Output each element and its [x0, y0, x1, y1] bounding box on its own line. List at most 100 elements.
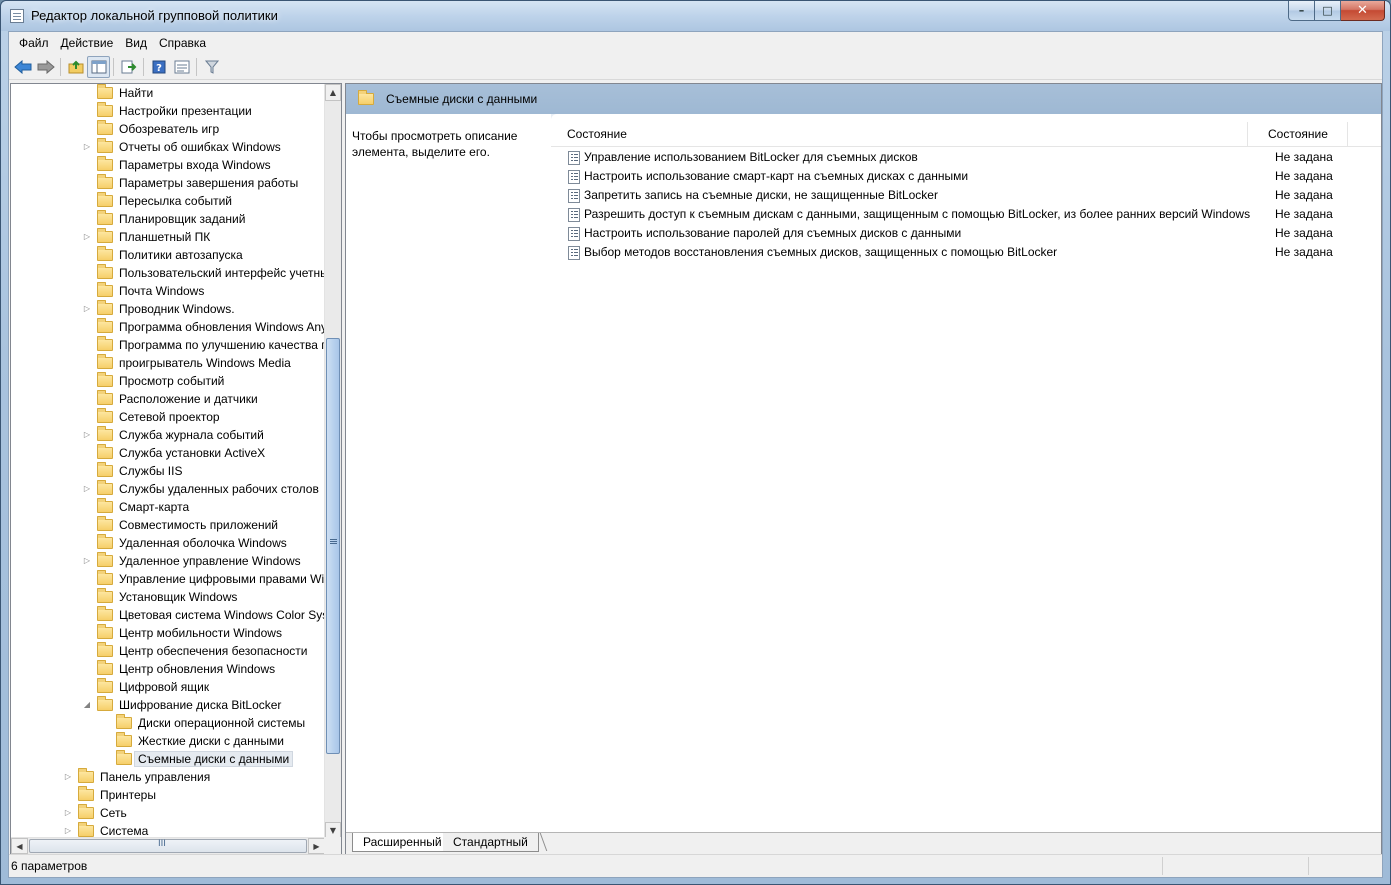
folder-icon [97, 372, 113, 387]
tree-item[interactable]: Параметры входа Windows [82, 156, 271, 174]
tree-item[interactable]: Сетевой проектор [82, 408, 220, 426]
console-tree: Найти Настройки презентации Обозреватель и… [11, 84, 325, 839]
tree-hscroll-thumb[interactable]: III [29, 839, 307, 853]
policy-setting-row[interactable]: Управление использованием BitLocker для … [551, 148, 1381, 167]
expand-arrow-icon[interactable]: ▷ [82, 142, 92, 152]
expand-arrow-icon[interactable]: ▷ [63, 808, 73, 818]
tree-item[interactable]: Почта Windows [82, 282, 204, 300]
tree-scroll-thumb[interactable] [326, 338, 340, 754]
folder-icon [97, 84, 113, 99]
help-icon[interactable]: ? [147, 56, 170, 78]
tree-item[interactable]: Совместимость приложений [82, 516, 278, 534]
tree-item[interactable]: Просмотр событий [82, 372, 224, 390]
tree-horizontal-scrollbar[interactable]: ◀ III ▶ [11, 837, 325, 854]
tree-item[interactable]: Цифровой ящик [82, 678, 209, 696]
tree-vertical-scrollbar[interactable]: ▲ ▼ [324, 84, 341, 839]
expand-arrow-icon[interactable]: ▷ [82, 430, 92, 440]
tree-item[interactable]: Служба установки ActiveX [82, 444, 265, 462]
tree-item[interactable]: Цветовая система Windows Color Syste [82, 606, 325, 624]
menu-file[interactable]: Файл [13, 33, 55, 53]
expand-arrow-icon[interactable]: ▷ [63, 826, 73, 836]
tree-item-label: Планировщик заданий [119, 212, 246, 226]
expand-arrow-icon[interactable]: ▷ [82, 556, 92, 566]
tree-item[interactable]: Жесткие диски с данными [101, 732, 284, 750]
filter-icon[interactable] [200, 56, 223, 78]
tree-item[interactable]: Службы IIS [82, 462, 182, 480]
scroll-right-icon[interactable]: ▶ [308, 838, 325, 854]
tree-item[interactable]: Центр обеспечения безопасности [82, 642, 308, 660]
minimize-button[interactable]: – [1288, 1, 1315, 21]
scroll-up-icon[interactable]: ▲ [325, 84, 341, 101]
tree-item[interactable]: Установщик Windows [82, 588, 237, 606]
folder-icon [78, 768, 94, 783]
tree-item[interactable]: Принтеры [63, 786, 156, 804]
close-button[interactable]: ✕ [1341, 1, 1385, 21]
back-arrow-icon[interactable] [11, 56, 34, 78]
title-bar[interactable]: Редактор локальной групповой политики – … [1, 1, 1390, 31]
menu-view[interactable]: Вид [119, 33, 153, 53]
tree-item[interactable]: ▷ Проводник Windows. [82, 300, 235, 318]
expand-arrow-icon[interactable]: ▷ [82, 232, 92, 242]
tree-item[interactable]: ▷ Удаленное управление Windows [82, 552, 301, 570]
tree-item[interactable]: Политики автозапуска [82, 246, 243, 264]
tree-item[interactable]: Программа по улучшению качества п [82, 336, 325, 354]
tree-item[interactable]: ▷ Сеть [63, 804, 127, 822]
up-folder-icon[interactable] [64, 56, 87, 78]
export-list-icon[interactable] [117, 56, 140, 78]
tree-item[interactable]: Планировщик заданий [82, 210, 245, 228]
folder-icon [97, 444, 113, 459]
expand-arrow-icon[interactable]: ▷ [82, 304, 92, 314]
folder-icon [97, 462, 113, 477]
description-text: Чтобы просмотреть описание элемента, выд… [352, 129, 518, 159]
tree-item[interactable]: Съемные диски с данными [101, 750, 294, 768]
tree-item[interactable]: Центр мобильности Windows [82, 624, 282, 642]
column-header-state[interactable]: Состояние [1248, 122, 1348, 147]
tree-item[interactable]: Пользовательский интерфейс учетных [82, 264, 325, 282]
folder-icon [97, 480, 113, 495]
tree-item[interactable]: Центр обновления Windows [82, 660, 275, 678]
tree-item[interactable]: ▷ Планшетный ПК [82, 228, 210, 246]
setting-name: Выбор методов восстановления съемных дис… [584, 245, 1058, 259]
tab-standard[interactable]: Стандартный [443, 833, 539, 852]
policy-setting-row[interactable]: Настроить использование паролей для съем… [551, 224, 1381, 243]
show-hide-tree-icon[interactable] [87, 55, 110, 78]
scroll-left-icon[interactable]: ◀ [11, 838, 28, 854]
menu-action[interactable]: Действие [55, 33, 120, 53]
expand-arrow-icon[interactable]: ▷ [82, 484, 92, 494]
policy-setting-row[interactable]: Настроить использование смарт-карт на съ… [551, 167, 1381, 186]
tree-item[interactable]: Смарт-карта [82, 498, 189, 516]
tree-item[interactable]: Обозреватель игр [82, 120, 219, 138]
tree-item[interactable]: проигрыватель Windows Media [82, 354, 291, 372]
maximize-button[interactable]: □ [1315, 1, 1341, 21]
policy-setting-row[interactable]: Выбор методов восстановления съемных дис… [551, 243, 1381, 262]
policy-setting-row[interactable]: Запретить запись на съемные диски, не за… [551, 186, 1381, 205]
tree-item[interactable]: Настройки презентации [82, 102, 252, 120]
tree-item[interactable]: Расположение и датчики [82, 390, 258, 408]
tree-item[interactable]: ▷ Службы удаленных рабочих столов [82, 480, 319, 498]
tree-item[interactable]: Программа обновления Windows Any [82, 318, 325, 336]
collapse-arrow-icon[interactable]: ◢ [82, 700, 92, 710]
tree-item[interactable]: ▷ Отчеты об ошибках Windows [82, 138, 281, 156]
tree-item[interactable]: Параметры завершения работы [82, 174, 298, 192]
tab-extended[interactable]: Расширенный [352, 833, 452, 852]
properties-view-icon[interactable] [170, 56, 193, 78]
tree-item[interactable]: ▷ Панель управления [63, 768, 210, 786]
tree-item[interactable]: ▷ Служба журнала событий [82, 426, 264, 444]
app-icon [10, 9, 24, 23]
forward-arrow-icon[interactable] [34, 56, 57, 78]
policy-setting-row[interactable]: Разрешить доступ к съемным дискам с данн… [551, 205, 1381, 224]
expand-arrow-icon[interactable]: ▷ [63, 772, 73, 782]
tree-item[interactable]: Найти [82, 84, 153, 102]
tree-item[interactable]: Управление цифровыми правами Win [82, 570, 325, 588]
column-header-name[interactable]: Состояние [551, 122, 1248, 147]
tree-item[interactable]: Удаленная оболочка Windows [82, 534, 287, 552]
menu-help[interactable]: Справка [153, 33, 212, 53]
tree-item[interactable]: Пересылка событий [82, 192, 232, 210]
status-count: 6 параметров [11, 859, 88, 873]
tree-item[interactable]: ◢ Шифрование диска BitLocker [82, 696, 281, 714]
tree-item[interactable]: Диски операционной системы [101, 714, 305, 732]
